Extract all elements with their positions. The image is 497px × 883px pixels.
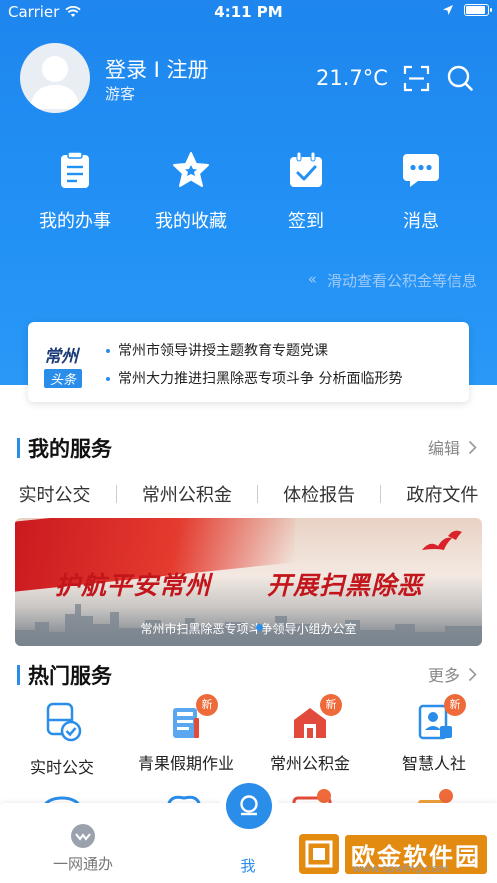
service-tab[interactable]: 体检报告 (283, 481, 355, 507)
new-badge: 新 (196, 694, 218, 716)
quick-action-label: 消息 (403, 211, 439, 232)
new-badge: 新 (320, 694, 342, 716)
hot-service-label: 智慧人社 (401, 754, 466, 773)
location-arrow-icon (443, 5, 453, 15)
doves-graphic (422, 530, 462, 550)
battery-icon (464, 4, 492, 16)
banner-slogan-right: 开展扫黑除恶 (267, 571, 424, 600)
hot-service-homework[interactable]: 新 青果假期作业 (124, 694, 248, 774)
hot-services-heading: 热门服务 (17, 660, 112, 690)
quick-action-label: 我的收藏 (155, 211, 227, 232)
homework-icon: 新 (164, 694, 218, 744)
section-accent-bar (17, 665, 20, 685)
hot-service-bus[interactable]: 实时公交 (0, 700, 124, 778)
news-item[interactable]: 常州市领导讲授主题教育专题党课 (106, 340, 328, 360)
calendar-check-icon (290, 151, 322, 187)
scan-icon[interactable] (403, 65, 430, 92)
id-card-icon: 新 (412, 694, 466, 744)
chevron-right-icon (468, 440, 477, 454)
my-services-tabs: 实时公交 常州公积金 体检报告 政府文件 (0, 478, 497, 510)
clock: 4:11 PM (214, 3, 283, 21)
headline-news-card[interactable]: 常州 头条 常州市领导讲授主题教育专题党课 常州大力推进扫黑除恶专项斗争 分析面… (28, 322, 469, 402)
promo-banner[interactable]: 护航平安常州 开展扫黑除恶 常州市扫黑除恶专项斗争领导小组办公室 (15, 518, 482, 646)
divider (115, 485, 117, 503)
status-bar: Carrier 4:11 PM (0, 0, 497, 26)
edit-services-link[interactable]: 编辑 (428, 435, 477, 459)
user-silhouette-icon (30, 56, 80, 109)
quick-action-label: 签到 (288, 211, 324, 232)
fund-icon: 新 (288, 694, 342, 744)
login-register-link[interactable]: 登录 I 注册 (105, 54, 209, 84)
divider (256, 485, 258, 503)
profile-icon (240, 795, 258, 816)
chat-icon (403, 154, 439, 187)
service-tab[interactable]: 实时公交 (19, 481, 91, 507)
watermark-url: www.spwtng.com (352, 862, 449, 875)
news-item[interactable]: 常州大力推进扫黑除恶专项斗争 分析面临形势 (106, 368, 402, 388)
section-accent-bar (17, 438, 20, 458)
hot-service-provident-fund[interactable]: 新 常州公积金 (248, 694, 372, 774)
quick-action-my-affairs[interactable]: 我的办事 (25, 150, 125, 233)
banner-slogan-left: 护航平安常州 (55, 571, 212, 600)
new-badge: 新 (444, 694, 466, 716)
carousel-indicator[interactable] (256, 624, 263, 631)
more-services-link[interactable]: 更多 (428, 662, 477, 686)
banner-organization: 常州市扫黑除恶专项斗争领导小组办公室 (140, 622, 357, 636)
hot-service-label: 常州公积金 (269, 754, 350, 773)
bus-icon (46, 702, 82, 742)
watermark-logo (299, 834, 339, 874)
my-services-heading: 我的服务 (17, 433, 112, 463)
chevron-right-icon (468, 667, 477, 681)
hot-service-label: 青果假期作业 (137, 754, 234, 773)
handshake-icon (71, 824, 95, 848)
tab-me[interactable]: 我 (198, 855, 298, 876)
search-icon[interactable] (446, 64, 474, 92)
quick-action-messages[interactable]: 消息 (371, 150, 471, 233)
tab-one-stop-service[interactable]: 一网通办 (33, 823, 133, 874)
changzhou-headlines-logo: 常州 头条 (44, 342, 94, 388)
hot-service-label: 实时公交 (29, 758, 94, 777)
divider (380, 485, 382, 503)
quick-action-label: 我的办事 (39, 211, 111, 232)
site-watermark: 欧金软件园 www.spwtng.com (299, 831, 489, 877)
service-tab[interactable]: 政府文件 (406, 481, 478, 507)
double-chevron-left-icon: « (307, 270, 317, 288)
avatar[interactable] (20, 43, 90, 113)
quick-action-favorites[interactable]: 我的收藏 (141, 150, 241, 233)
temperature: 21.7°C (316, 66, 388, 90)
service-tab[interactable]: 常州公积金 (142, 481, 232, 507)
swipe-hint[interactable]: « 滑动查看公积金等信息 (308, 270, 477, 291)
swipe-hint-text: 滑动查看公积金等信息 (326, 272, 477, 290)
star-icon (173, 152, 209, 187)
hot-service-hr-social[interactable]: 新 智慧人社 (372, 694, 496, 774)
guest-label: 游客 (105, 85, 136, 103)
app-screen: Carrier 4:11 PM 登录 I 注册 游客 21.7°C 我的办事 我… (0, 0, 497, 883)
clipboard-icon (61, 151, 89, 188)
profile-tab-button[interactable] (226, 783, 272, 829)
quick-action-checkin[interactable]: 签到 (256, 150, 356, 233)
